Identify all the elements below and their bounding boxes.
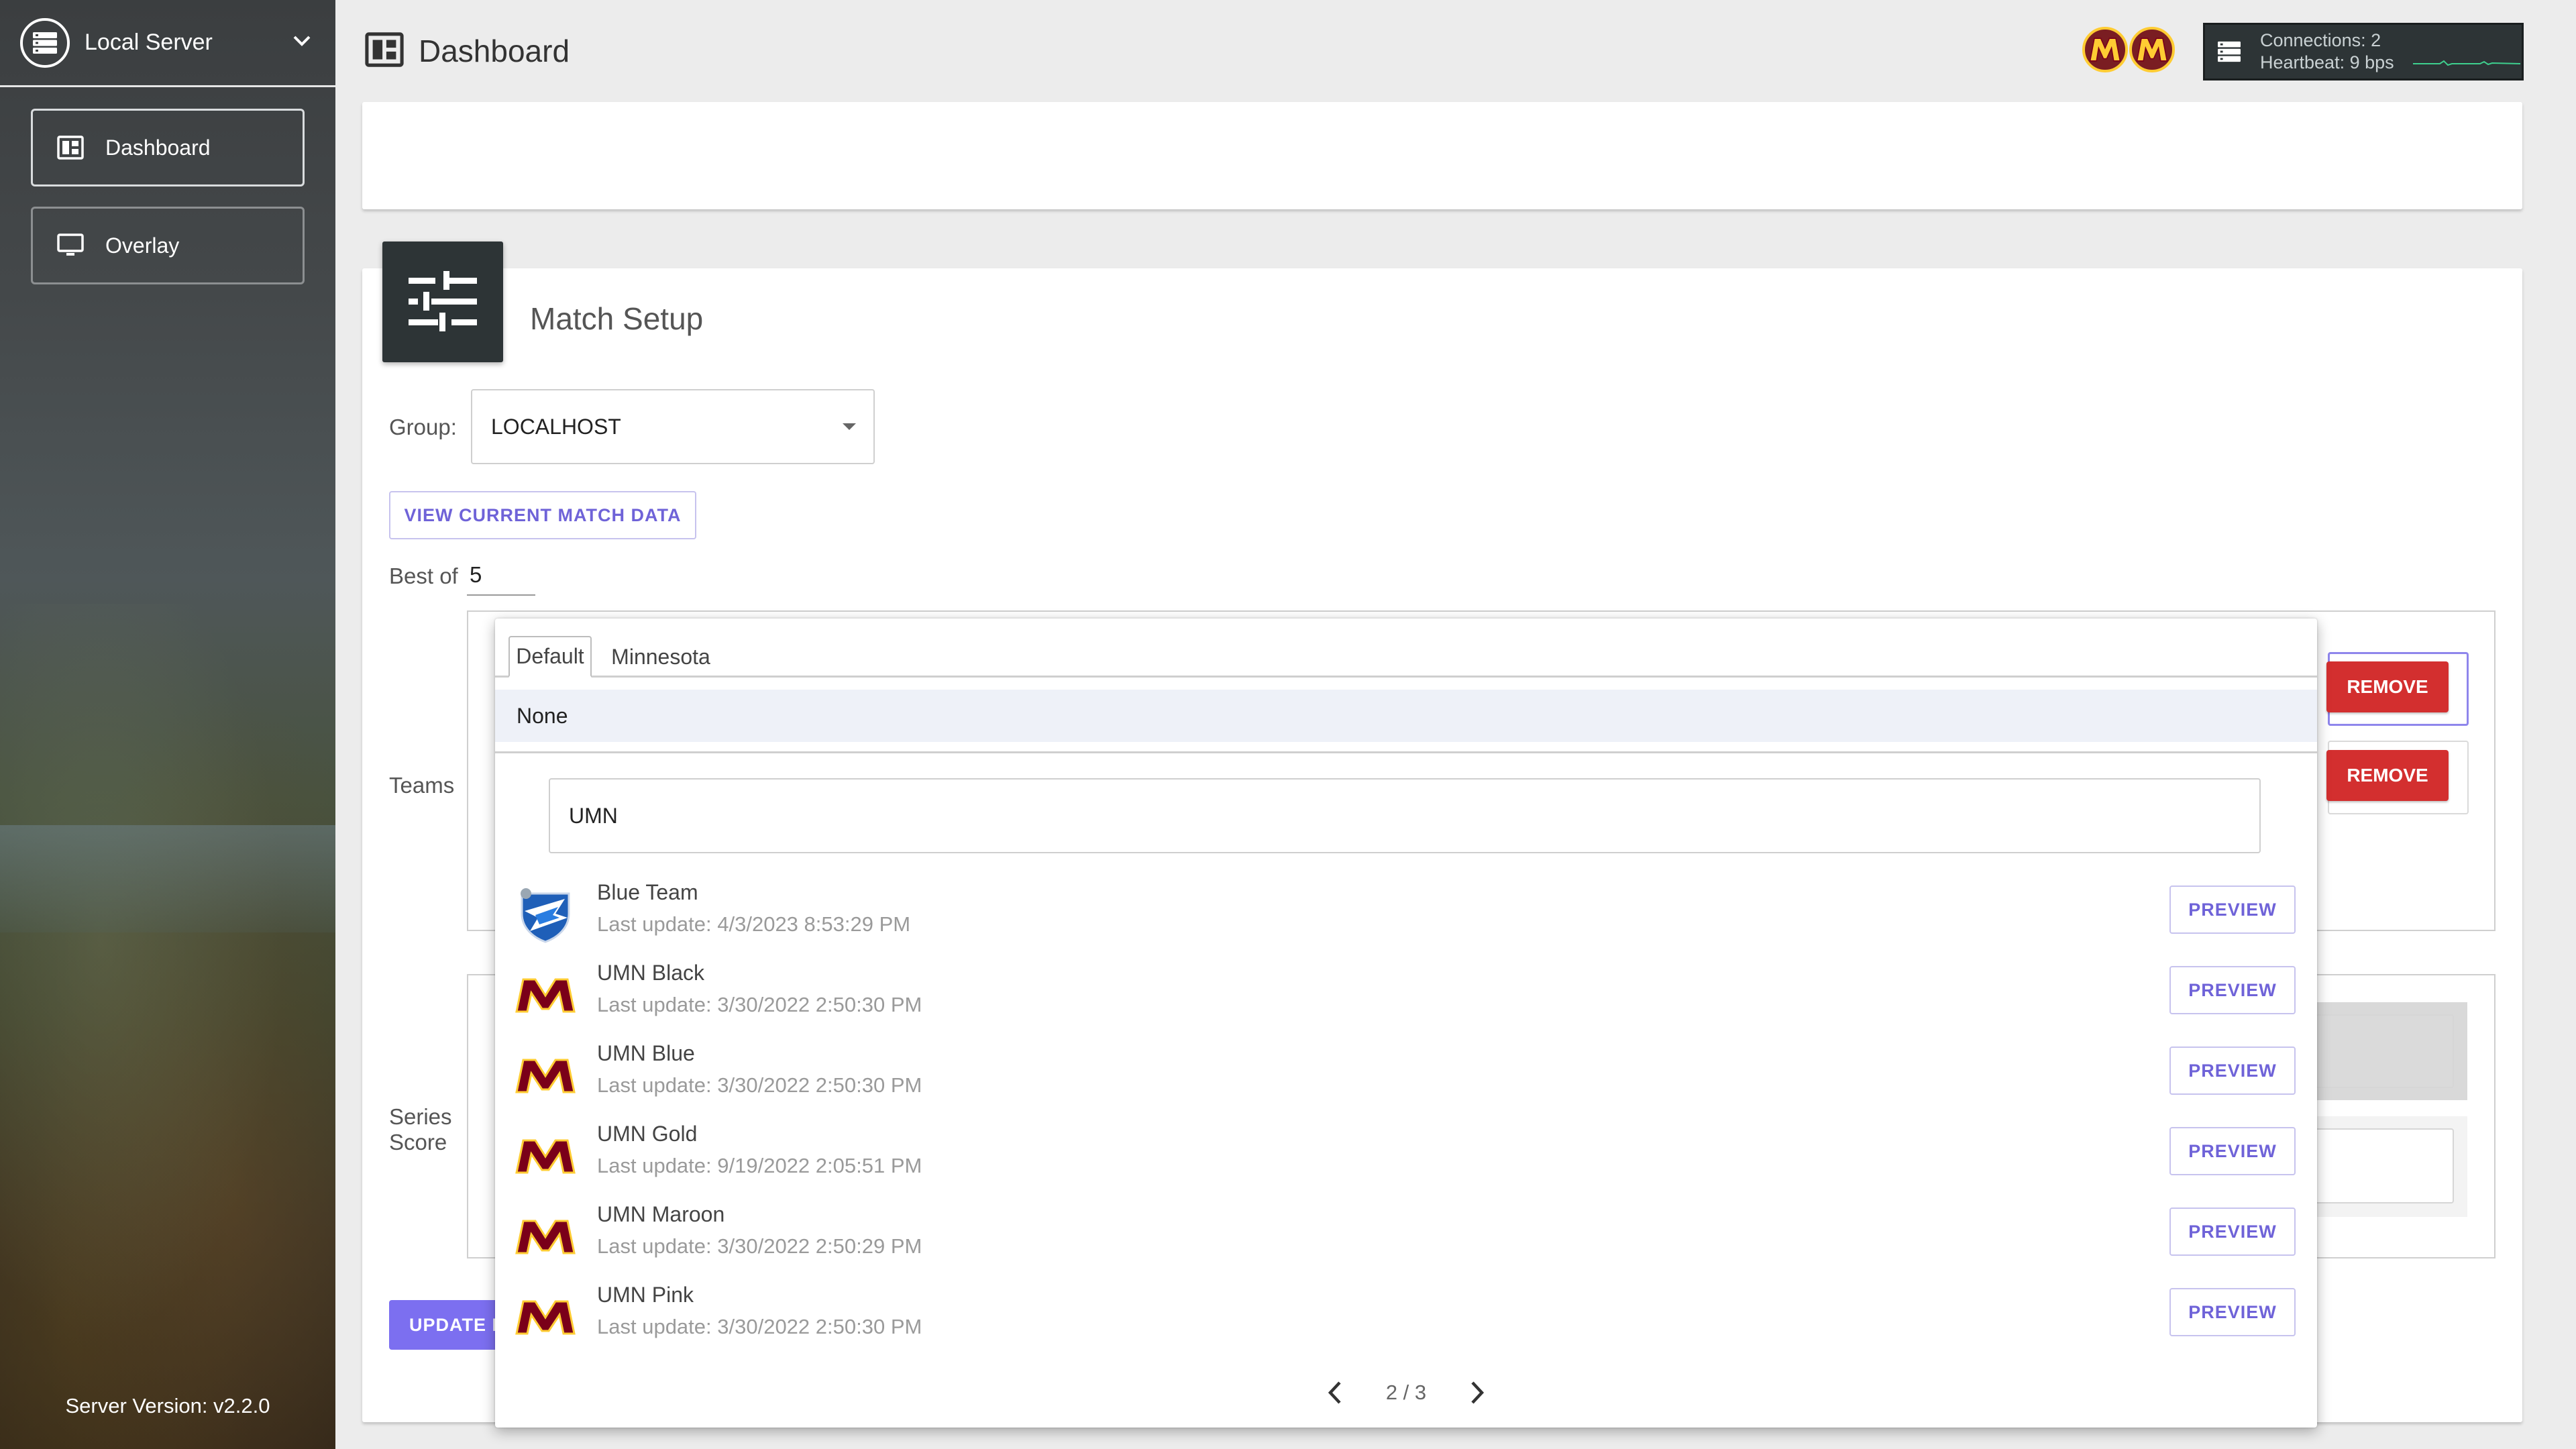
- preview-button[interactable]: PREVIEW: [2169, 1288, 2296, 1336]
- dashboard-icon: [57, 136, 84, 160]
- top-card: [362, 102, 2522, 209]
- team-select-popup: Default Minnesota None UMN Blue Team Las…: [495, 619, 2317, 1428]
- connection-status: Connections: 2 Heartbeat: 9 bps: [2203, 23, 2524, 80]
- chevron-right-icon[interactable]: [1457, 1373, 1497, 1413]
- none-option[interactable]: None: [495, 690, 2317, 742]
- list-item[interactable]: UMN Maroon Last update: 3/30/2022 2:50:2…: [495, 1195, 2317, 1276]
- monitor-icon: [57, 233, 84, 258]
- team-search-input[interactable]: UMN: [549, 778, 2261, 853]
- sidebar: Local Server Dashboard Overlay Server Ve…: [0, 0, 335, 1449]
- team-last-update: Last update: 9/19/2022 2:05:51 PM: [597, 1154, 922, 1177]
- list-item[interactable]: Blue Team Last update: 4/3/2023 8:53:29 …: [495, 873, 2317, 954]
- list-item[interactable]: UMN Black Last update: 3/30/2022 2:50:30…: [495, 954, 2317, 1034]
- preview-button[interactable]: PREVIEW: [2169, 1046, 2296, 1095]
- umn-m-logo-icon: [515, 1126, 576, 1186]
- umn-m-logo-icon: [515, 1206, 576, 1267]
- page-header: Dashboard: [365, 27, 570, 75]
- page-indicator: 2 / 3: [1385, 1381, 1427, 1404]
- series-score-field[interactable]: [2308, 1014, 2454, 1088]
- team-last-update: Last update: 3/30/2022 2:50:30 PM: [597, 1073, 922, 1097]
- best-of-input[interactable]: 5: [467, 561, 535, 596]
- chevron-left-icon[interactable]: [1315, 1373, 1355, 1413]
- tab-default[interactable]: Default: [508, 636, 592, 678]
- server-label: Local Server: [85, 30, 213, 55]
- group-select[interactable]: LOCALHOST: [471, 389, 875, 464]
- umn-m-logo-icon: [515, 1287, 576, 1347]
- sliders-icon: [382, 241, 503, 362]
- divider: [495, 751, 2317, 753]
- team-last-update: Last update: 3/30/2022 2:50:29 PM: [597, 1234, 922, 1258]
- team-last-update: Last update: 3/30/2022 2:50:30 PM: [597, 1315, 922, 1338]
- best-of-label: Best of: [389, 564, 458, 588]
- team-last-update: Last update: 4/3/2023 8:53:29 PM: [597, 912, 911, 936]
- heartbeat-rate: Heartbeat: 9 bps: [2260, 52, 2394, 72]
- preview-button[interactable]: PREVIEW: [2169, 1208, 2296, 1256]
- team-name: UMN Pink: [597, 1283, 694, 1307]
- team-name: UMN Black: [597, 961, 705, 985]
- list-item[interactable]: UMN Blue Last update: 3/30/2022 2:50:30 …: [495, 1034, 2317, 1115]
- server-version: Server Version: v2.2.0: [65, 1394, 270, 1417]
- list-item[interactable]: UMN Pink Last update: 3/30/2022 2:50:30 …: [495, 1276, 2317, 1356]
- umn-m-logo-icon: [515, 1045, 576, 1106]
- remove-team-button[interactable]: REMOVE: [2326, 750, 2449, 801]
- preview-button[interactable]: PREVIEW: [2169, 966, 2296, 1014]
- sidebar-item-label: Overlay: [105, 233, 180, 258]
- view-current-match-data-button[interactable]: VIEW CURRENT MATCH DATA: [389, 491, 696, 539]
- umn-logo-icon[interactable]: [2082, 27, 2128, 72]
- team-name: Blue Team: [597, 880, 698, 904]
- list-item[interactable]: UMN Gold Last update: 9/19/2022 2:05:51 …: [495, 1115, 2317, 1195]
- group-select-value: LOCALHOST: [491, 414, 621, 439]
- match-setup-title: Match Setup: [530, 301, 704, 336]
- heartbeat-sparkline: [2413, 60, 2520, 66]
- dashboard-icon: [365, 32, 404, 71]
- sidebar-item-overlay[interactable]: Overlay: [31, 207, 305, 284]
- remove-team-button[interactable]: REMOVE: [2326, 661, 2449, 712]
- umn-m-logo-icon: [515, 965, 576, 1025]
- team-last-update: Last update: 3/30/2022 2:50:30 PM: [597, 993, 922, 1016]
- caret-down-icon: [843, 423, 856, 430]
- tab-minnesota[interactable]: Minnesota: [604, 636, 718, 678]
- team-source-tabs: [495, 619, 2317, 678]
- teams-label: Teams: [389, 773, 455, 798]
- sidebar-item-dashboard[interactable]: Dashboard: [31, 109, 305, 186]
- connections-count: Connections: 2: [2260, 30, 2381, 50]
- group-label: Group:: [389, 415, 457, 439]
- sidebar-item-label: Dashboard: [105, 135, 211, 160]
- score-label: Score: [389, 1130, 447, 1155]
- page-title: Dashboard: [419, 34, 570, 68]
- server-selector[interactable]: Local Server: [0, 0, 335, 87]
- preview-button[interactable]: PREVIEW: [2169, 1127, 2296, 1175]
- umn-logo-icon[interactable]: [2129, 27, 2175, 72]
- team-name: UMN Gold: [597, 1122, 698, 1146]
- series-label: Series: [389, 1104, 452, 1129]
- rocket-league-logo-icon: [515, 884, 576, 945]
- chevron-down-icon: [292, 35, 311, 50]
- preview-button[interactable]: PREVIEW: [2169, 885, 2296, 934]
- team-name: UMN Maroon: [597, 1202, 725, 1226]
- server-icon: [2216, 40, 2243, 63]
- pagination: 2 / 3: [495, 1373, 2317, 1413]
- series-score-field[interactable]: [2308, 1128, 2454, 1203]
- team-name: UMN Blue: [597, 1041, 695, 1065]
- server-icon: [20, 17, 70, 68]
